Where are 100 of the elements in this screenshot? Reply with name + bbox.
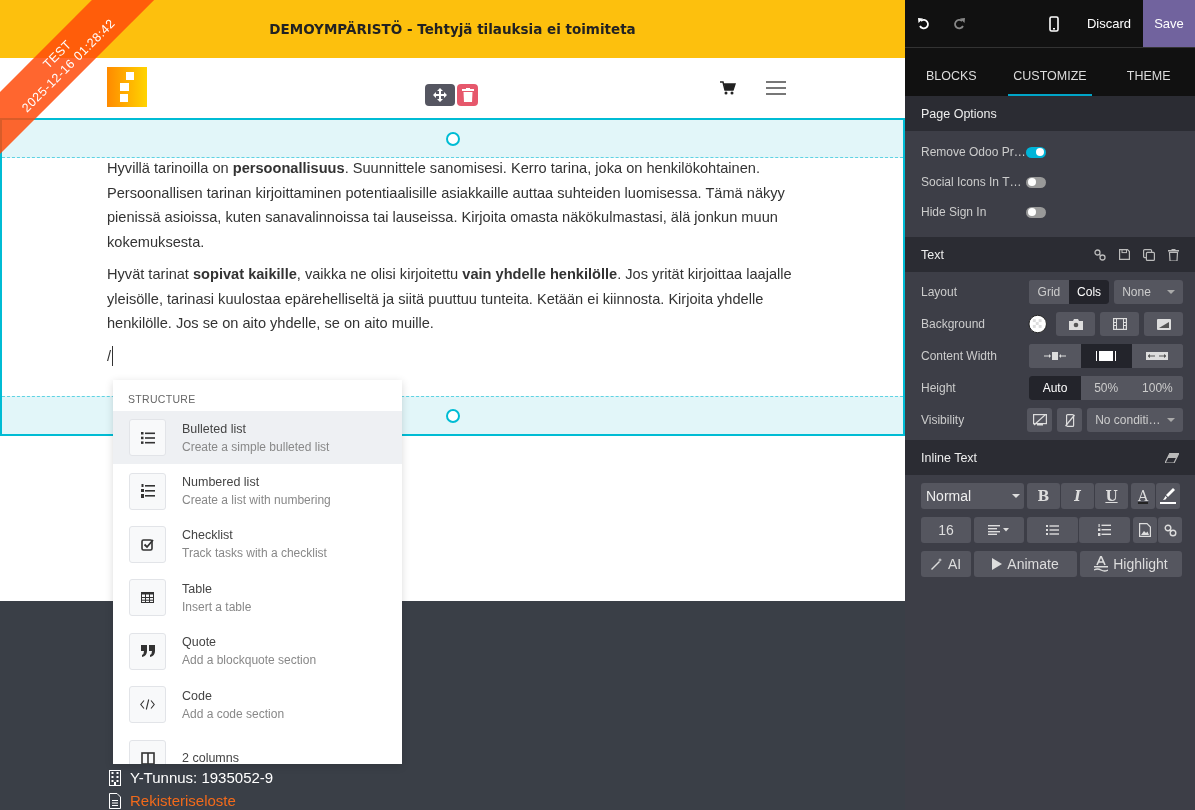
link-icon[interactable] [1094, 248, 1106, 261]
sidebar-tab[interactable]: BLOCKS [909, 58, 994, 96]
full-width-icon [1146, 352, 1169, 360]
delete-icon [461, 88, 474, 102]
command-description: Insert a table [182, 599, 252, 614]
document-icon [109, 792, 121, 809]
gradient-icon [1156, 318, 1171, 330]
panel-title: Text [921, 247, 944, 262]
numbered-list-icon [1098, 524, 1111, 536]
media-button[interactable] [1133, 517, 1157, 543]
move-icon [432, 87, 448, 103]
animate-button[interactable]: Animate [974, 551, 1077, 577]
quote-icon [140, 645, 155, 658]
brush-icon [1160, 487, 1176, 505]
columns-icon [140, 752, 155, 764]
phone-crossed-icon [1064, 413, 1075, 427]
toggle-switch[interactable] [1026, 206, 1046, 218]
banner-text: DEMOYMPÄRISTÖ - Tehtyjä tilauksia ei toimiteta [269, 21, 636, 37]
command-description: Add a blockquote section [182, 653, 317, 668]
monitor-crossed-icon [1032, 414, 1047, 426]
highlight-button[interactable]: Highlight [1080, 551, 1182, 577]
option-label: Visibility [921, 413, 966, 427]
link-button[interactable] [1158, 517, 1182, 543]
bold-button[interactable]: B [1027, 483, 1060, 509]
command-item[interactable]: Code Add a code section [113, 677, 402, 732]
width-option[interactable] [1080, 344, 1132, 368]
checkbox-icon [141, 537, 154, 551]
save-button[interactable]: Save [1143, 0, 1195, 47]
sidebar-tab[interactable]: THEME [1106, 58, 1191, 96]
bulleted-list-icon [140, 431, 155, 444]
option-label: Height [921, 381, 957, 395]
mobile-preview-icon[interactable] [1048, 15, 1059, 32]
visibility-select[interactable]: No conditi… [1087, 408, 1183, 432]
command-item[interactable]: Table Insert a table [113, 571, 402, 625]
cart-icon[interactable] [720, 81, 736, 95]
typed-text[interactable]: / [107, 343, 112, 368]
video-button[interactable] [1100, 312, 1140, 336]
resize-handle[interactable] [445, 408, 460, 423]
highlight-icon [1094, 556, 1109, 572]
numbered-list-icon [140, 484, 155, 499]
command-description: Add a code section [182, 706, 285, 721]
toggle-switch[interactable] [1026, 146, 1046, 158]
menu-section-title: STRUCTURE [127, 392, 197, 407]
redo-icon[interactable] [953, 17, 965, 30]
command-item[interactable]: Bulleted list Create a simple bulleted list [113, 411, 402, 465]
toggle-switch[interactable] [1026, 176, 1046, 188]
resize-handle[interactable] [445, 131, 460, 146]
footer-text: Y-Tunnus: 1935052-9 [130, 769, 274, 786]
menu-icon[interactable] [766, 80, 786, 96]
command-item[interactable]: 2 columns [113, 731, 402, 764]
paragraph: Hyvät tarinat sopivat kaikille, vaikka ne olisi kirjoitettu vain yhdelle henkilölle. Jos yrität kirjoittaa laajalle yleisölle, tarinasi kuulostaa epärehelliseltä ja siitä puuttuu tunteita. Ketään ei kiinnosta. Kirjoita yhdelle henkilölle. Jos se on aito yhdelle, se on aito muille. [107, 265, 793, 333]
height-option[interactable]: Auto [1029, 376, 1081, 400]
command-item[interactable]: Numbered list Create a list with numbering [113, 464, 402, 518]
hide-mobile-button[interactable] [1057, 408, 1083, 432]
save-icon[interactable] [1119, 249, 1130, 260]
magic-wand-icon [930, 558, 943, 570]
command-title: Table [182, 581, 213, 596]
command-title: Quote [182, 635, 218, 650]
color-swatch[interactable] [1028, 314, 1048, 334]
command-title: Bulleted list [182, 421, 247, 436]
layout-option[interactable]: Cols [1069, 280, 1110, 304]
delete-button[interactable] [457, 84, 478, 106]
layout-select[interactable]: None [1114, 280, 1183, 304]
underline-button[interactable]: U [1095, 483, 1128, 509]
font-size-field[interactable]: 16 [921, 517, 971, 543]
align-left-icon [988, 525, 1010, 535]
option-label: Content Width [921, 349, 999, 363]
option-label: Social Icons In T… [921, 175, 1023, 189]
link-icon [1163, 523, 1177, 537]
option-label: Remove Odoo Pr… [921, 145, 1026, 159]
panel-title: Inline Text [921, 450, 978, 465]
eraser-icon[interactable] [1165, 452, 1179, 463]
ai-button[interactable]: AI [921, 551, 971, 577]
undo-icon[interactable] [918, 17, 930, 30]
table-icon [141, 592, 154, 604]
command-title: 2 columns [182, 751, 239, 764]
command-item[interactable]: Quote Add a blockquote section [113, 624, 402, 678]
image-button[interactable] [1056, 312, 1096, 336]
text-style-select[interactable]: Normal [921, 483, 1024, 509]
gradient-button[interactable] [1144, 312, 1183, 336]
command-title: Code [182, 688, 213, 703]
command-title: Numbered list [182, 475, 261, 490]
move-button[interactable] [425, 84, 455, 106]
discard-button[interactable]: Discard [1080, 0, 1143, 47]
align-button[interactable] [974, 517, 1024, 543]
italic-button[interactable]: I [1061, 483, 1094, 509]
font-color-button[interactable]: A [1131, 483, 1155, 509]
bulleted-list-button[interactable] [1027, 517, 1078, 543]
numbered-list-button[interactable] [1079, 517, 1130, 543]
option-label: Hide Sign In [921, 205, 988, 219]
delete-icon[interactable] [1168, 248, 1179, 261]
hide-desktop-button[interactable] [1027, 408, 1053, 432]
command-description: Track tasks with a checklist [182, 546, 327, 561]
highlight-color-button[interactable] [1156, 483, 1180, 509]
bulleted-list-icon [1046, 525, 1059, 535]
footer-link[interactable]: Rekisteriseloste [130, 792, 236, 809]
code-icon [140, 699, 155, 711]
duplicate-icon[interactable] [1143, 248, 1155, 261]
camera-icon [1068, 318, 1083, 330]
command-item[interactable]: Checklist Track tasks with a checklist [113, 517, 402, 572]
